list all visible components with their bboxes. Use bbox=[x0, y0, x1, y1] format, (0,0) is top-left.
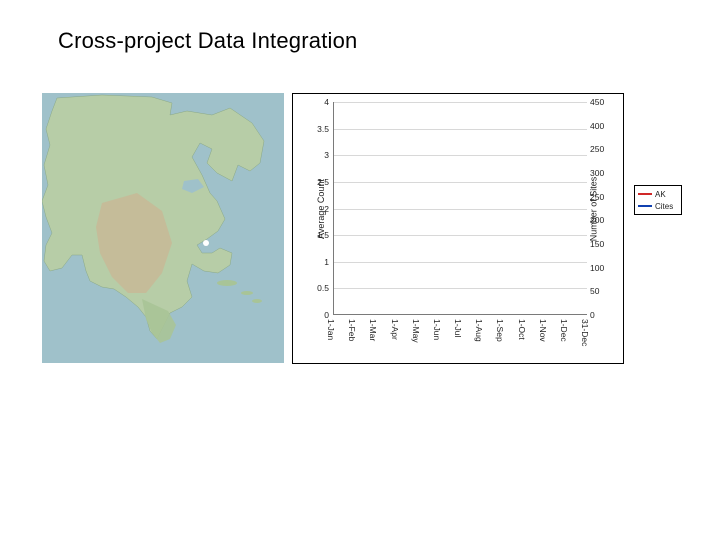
ytick-right: 400 bbox=[590, 121, 604, 131]
ytick-right: 250 bbox=[590, 192, 604, 202]
xtick: 1-Jul bbox=[453, 319, 463, 337]
legend-label-cites: Cites bbox=[655, 202, 673, 211]
ytick-left: 2 bbox=[309, 204, 329, 214]
legend-swatch-cites bbox=[638, 205, 652, 207]
xtick: 1-Mar bbox=[368, 319, 378, 341]
xtick: 1-Jun bbox=[432, 319, 442, 340]
ytick-right: 150 bbox=[590, 239, 604, 249]
legend: AK Cites bbox=[634, 185, 682, 215]
y-axis-right-label: Number of Sites bbox=[589, 177, 599, 242]
ytick-right: 0 bbox=[590, 310, 595, 320]
xtick: 1-Oct bbox=[517, 319, 527, 340]
gridline bbox=[334, 288, 587, 289]
ytick-left: 0.5 bbox=[309, 283, 329, 293]
xtick: 1-Apr bbox=[390, 319, 400, 340]
ytick-left: 3.5 bbox=[309, 124, 329, 134]
gridline bbox=[334, 235, 587, 236]
map-highlight-point bbox=[203, 240, 209, 246]
legend-label-ak: AK bbox=[655, 190, 666, 199]
ytick-right: 100 bbox=[590, 263, 604, 273]
ytick-right: 250 bbox=[590, 144, 604, 154]
ytick-left: 4 bbox=[309, 97, 329, 107]
xtick: 1-Sep bbox=[495, 319, 505, 342]
legend-item-cites: Cites bbox=[638, 200, 678, 212]
gridline bbox=[334, 129, 587, 130]
xtick: 31-Dec bbox=[580, 319, 590, 346]
ytick-left: 0 bbox=[309, 310, 329, 320]
xtick: 1-Nov bbox=[538, 319, 548, 342]
gridline bbox=[334, 155, 587, 156]
plot-area bbox=[333, 102, 587, 315]
xtick: 1-Aug bbox=[474, 319, 484, 342]
ytick-left: 3 bbox=[309, 150, 329, 160]
north-america-map bbox=[42, 93, 284, 363]
xtick: 1-Jan bbox=[326, 319, 336, 340]
ytick-right: 300 bbox=[590, 168, 604, 178]
ytick-right: 200 bbox=[590, 215, 604, 225]
slide: Cross-project Data Integration 1-Jan 1-Fe… bbox=[0, 0, 720, 540]
xtick: 1-Dec bbox=[559, 319, 569, 342]
xtick: 1-May bbox=[411, 319, 421, 343]
gridline bbox=[334, 102, 587, 103]
map-panel bbox=[42, 93, 284, 363]
legend-item-ak: AK bbox=[638, 188, 678, 200]
page-title: Cross-project Data Integration bbox=[58, 28, 357, 54]
ytick-right: 50 bbox=[590, 286, 599, 296]
ytick-left: 1 bbox=[309, 257, 329, 267]
xtick: 1-Feb bbox=[347, 319, 357, 341]
gridline bbox=[334, 209, 587, 210]
ytick-right: 450 bbox=[590, 97, 604, 107]
chart-panel: 1-Jan 1-Feb 1-Mar 1-Apr 1-May 1-Jun 1-Jul 1-Aug… bbox=[292, 93, 624, 364]
legend-swatch-ak bbox=[638, 193, 652, 195]
ytick-left: 2.5 bbox=[309, 177, 329, 187]
gridline bbox=[334, 262, 587, 263]
ytick-left: 1.5 bbox=[309, 230, 329, 240]
gridline bbox=[334, 182, 587, 183]
